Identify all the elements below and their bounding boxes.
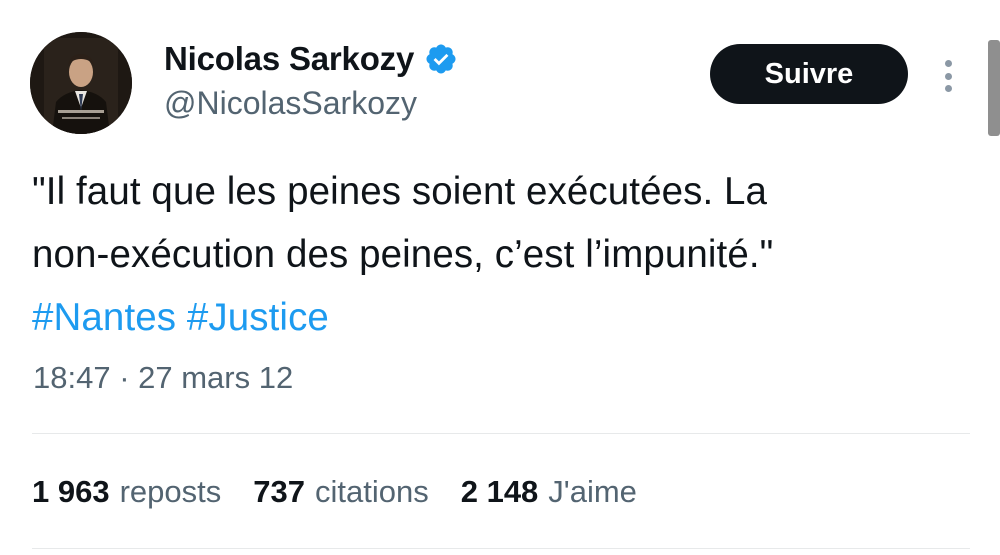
display-name-text: Nicolas Sarkozy [164, 40, 415, 77]
follow-button[interactable]: Suivre [710, 44, 908, 104]
divider [32, 433, 970, 434]
tweet-text-line: "Il faut que les peines soient exécutées… [32, 170, 768, 213]
author-handle[interactable]: @NicolasSarkozy [164, 85, 417, 122]
author-avatar[interactable] [30, 32, 132, 134]
tweet-card: Nicolas Sarkozy @NicolasSarkozy Suivre "… [0, 0, 1000, 555]
tweet-hashtags: #Nantes #Justice [32, 286, 972, 349]
stat-reposts[interactable]: 1 963 reposts [32, 474, 221, 510]
scrollbar-thumb[interactable] [988, 40, 1000, 136]
engagement-stats: 1 963 reposts 737 citations 2 148 J'aime [32, 474, 637, 510]
stat-value: 2 148 [460, 474, 539, 509]
more-dot [944, 60, 952, 67]
stat-label: reposts [119, 474, 222, 509]
stat-value: 1 963 [32, 474, 110, 509]
stat-likes[interactable]: 2 148 J'aime [461, 474, 637, 510]
avatar-portrait-icon [30, 32, 132, 134]
stat-label: citations [314, 474, 429, 509]
tweet-text: "Il faut que les peines soient exécutées… [32, 160, 972, 349]
tweet-timestamp[interactable]: 18:47 · 27 mars 12 [33, 360, 293, 396]
hashtag-link-nantes[interactable]: #Nantes [32, 296, 176, 339]
hashtag-link-justice[interactable]: #Justice [187, 296, 329, 339]
stat-value: 737 [253, 474, 305, 509]
divider [32, 548, 970, 549]
verified-badge-icon [426, 44, 456, 74]
tweet-text-line: non-exécution des peines, c’est l’impuni… [32, 233, 774, 276]
more-dot [944, 85, 952, 92]
stat-quotes[interactable]: 737 citations [253, 474, 428, 510]
more-options-icon[interactable] [935, 56, 961, 96]
more-dot [944, 72, 952, 80]
stat-label: J'aime [548, 474, 637, 509]
author-display-name[interactable]: Nicolas Sarkozy [164, 40, 458, 78]
